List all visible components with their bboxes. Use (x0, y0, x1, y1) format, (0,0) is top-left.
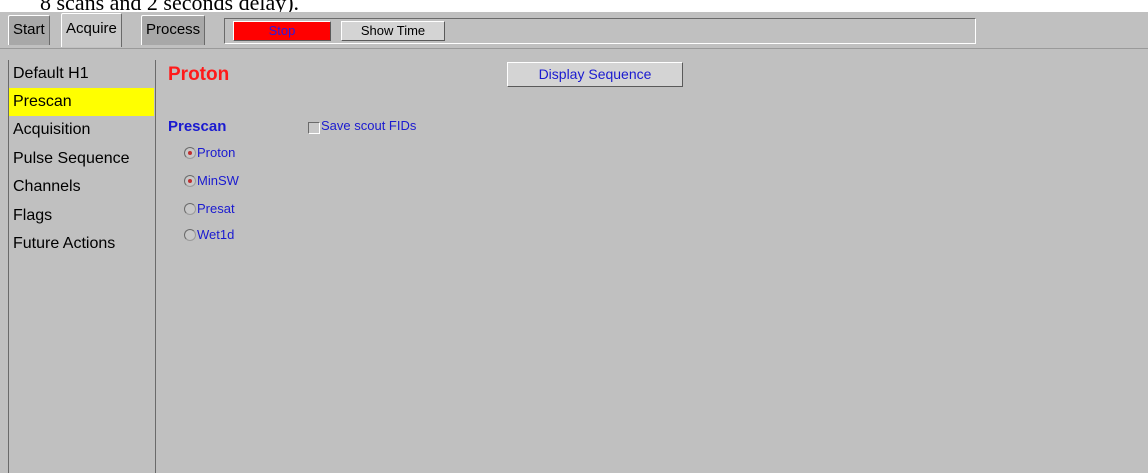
sidebar-item-default-h1[interactable]: Default H1 (9, 60, 154, 88)
radio-presat[interactable]: Presat (184, 200, 235, 218)
stop-button[interactable]: Stop (233, 21, 331, 41)
radio-wet1d-button[interactable] (184, 228, 196, 241)
prescan-group-title: Prescan (168, 118, 227, 135)
sidebar-item-flags[interactable]: Flags (9, 202, 154, 230)
save-scout-fids-label: Save scout FIDs (321, 118, 417, 133)
command-button-panel: Stop Show Time (224, 18, 976, 44)
radio-wet1d[interactable]: Wet1d (184, 226, 234, 244)
tab-acquire[interactable]: Acquire (61, 13, 122, 47)
sidebar-item-channels[interactable]: Channels (9, 173, 154, 201)
show-time-button[interactable]: Show Time (341, 21, 445, 41)
radio-minsw[interactable]: MinSW (184, 172, 239, 190)
sidebar-item-prescan[interactable]: Prescan (9, 88, 154, 116)
radio-proton-button[interactable] (184, 146, 196, 159)
vnmr-acquire-panel: Start Acquire Process Stop Show Time Def… (0, 12, 1148, 473)
top-toolbar: Start Acquire Process Stop Show Time (0, 12, 1148, 49)
radio-presat-button[interactable] (184, 202, 196, 215)
sidebar-panel-list: Default H1 Prescan Acquisition Pulse Seq… (8, 60, 156, 473)
prescan-page: Proton Display Sequence Prescan Save sco… (156, 60, 1148, 473)
sidebar-item-pulse-sequence[interactable]: Pulse Sequence (9, 145, 154, 173)
display-sequence-button[interactable]: Display Sequence (507, 62, 683, 87)
experiment-title: Proton (168, 64, 230, 85)
radio-minsw-label: MinSW (197, 172, 239, 188)
save-scout-fids-checkbox-row[interactable]: Save scout FIDs (308, 118, 416, 136)
radio-proton[interactable]: Proton (184, 144, 235, 162)
tab-process[interactable]: Process (141, 15, 206, 45)
radio-wet1d-label: Wet1d (197, 226, 235, 242)
tab-start[interactable]: Start (8, 15, 50, 45)
radio-minsw-button[interactable] (184, 174, 196, 187)
sidebar-item-acquisition[interactable]: Acquisition (9, 116, 154, 144)
radio-proton-label: Proton (197, 144, 236, 160)
save-scout-fids-checkbox[interactable] (308, 121, 320, 134)
radio-presat-label: Presat (197, 200, 235, 216)
sidebar-item-future-actions[interactable]: Future Actions (9, 230, 154, 258)
